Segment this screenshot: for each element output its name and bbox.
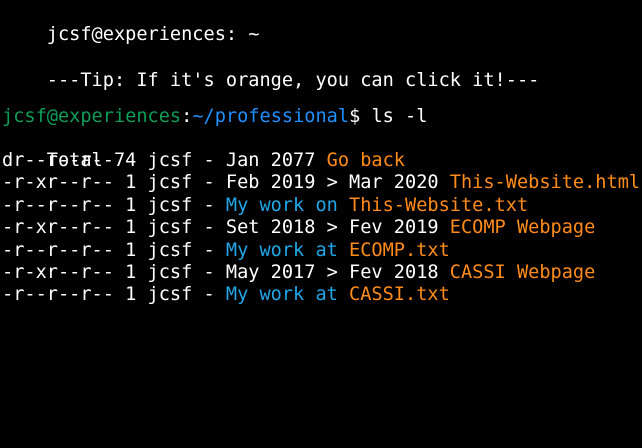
listing-row: -r--r--r-- 1 jcsf - My work at ECOMP.txt xyxy=(2,240,450,262)
prompt-path: ~/professional xyxy=(192,106,350,127)
entry-date: Feb 2019 > Mar 2020 xyxy=(225,172,450,193)
tip-text: ---Tip: If it's orange, you can click it… xyxy=(46,70,540,92)
window-title: jcsf@experiences: ~ xyxy=(2,2,260,45)
prompt-colon: : xyxy=(181,106,193,127)
window-title-text: jcsf@experiences: ~ xyxy=(46,24,260,46)
entry-link-cassi-webpage[interactable]: CASSI Webpage xyxy=(450,262,596,283)
entry-link-go-back[interactable]: Go back xyxy=(327,150,405,171)
entry-perms: -r-xr--r-- 1 jcsf - xyxy=(2,262,226,283)
entry-link-ecomp-webpage[interactable]: ECOMP Webpage xyxy=(450,217,596,238)
entry-date: May 2017 > Fev 2018 xyxy=(225,262,450,283)
entry-perms: -r--r--r-- 1 jcsf - xyxy=(2,195,226,216)
entry-link-cassi-txt[interactable]: CASSI.txt xyxy=(349,284,450,305)
entry-description: My work at xyxy=(225,284,350,305)
entry-description: My work on xyxy=(225,195,350,216)
entry-perms: -r-xr--r-- 1 jcsf - xyxy=(2,217,226,238)
entry-perms: -r--r--r-- 1 jcsf - xyxy=(2,284,226,305)
tip-line: ---Tip: If it's orange, you can click it… xyxy=(2,48,540,91)
entry-link-this-website-html[interactable]: This-Website.html xyxy=(450,172,640,193)
terminal-window: jcsf@experiences: ~ ---Tip: If it's oran… xyxy=(0,0,642,448)
entry-perms: dr--r--r-- 4 jcsf - xyxy=(2,150,226,171)
prompt-dollar: $ xyxy=(349,106,361,127)
listing-row: -r--r--r-- 1 jcsf - My work on This-Webs… xyxy=(2,195,528,217)
entry-link-this-website-txt[interactable]: This-Website.txt xyxy=(349,195,528,216)
prompt-line: jcsf@experiences:~/professional$ ls -l xyxy=(2,106,427,128)
entry-link-ecomp-txt[interactable]: ECOMP.txt xyxy=(349,240,450,261)
listing-row: -r--r--r-- 1 jcsf - My work at CASSI.txt xyxy=(2,284,450,306)
entry-date: Set 2018 > Fev 2019 xyxy=(225,217,450,238)
prompt-user-host: jcsf@experiences xyxy=(2,106,182,127)
listing-row: -r-xr--r-- 1 jcsf - Set 2018 > Fev 2019 … xyxy=(2,217,595,239)
entry-perms: -r--r--r-- 1 jcsf - xyxy=(2,240,226,261)
entry-date: Jan 2077 xyxy=(225,150,327,171)
listing-total: Total 7 xyxy=(2,128,125,171)
listing-row: -r-xr--r-- 1 jcsf - Feb 2019 > Mar 2020 … xyxy=(2,172,640,194)
listing-row: dr--r--r-- 4 jcsf - Jan 2077 Go back xyxy=(2,150,405,172)
listing-row: -r-xr--r-- 1 jcsf - May 2017 > Fev 2018 … xyxy=(2,262,595,284)
entry-perms: -r-xr--r-- 1 jcsf - xyxy=(2,172,226,193)
prompt-command: ls -l xyxy=(360,106,428,127)
entry-description: My work at xyxy=(225,240,350,261)
